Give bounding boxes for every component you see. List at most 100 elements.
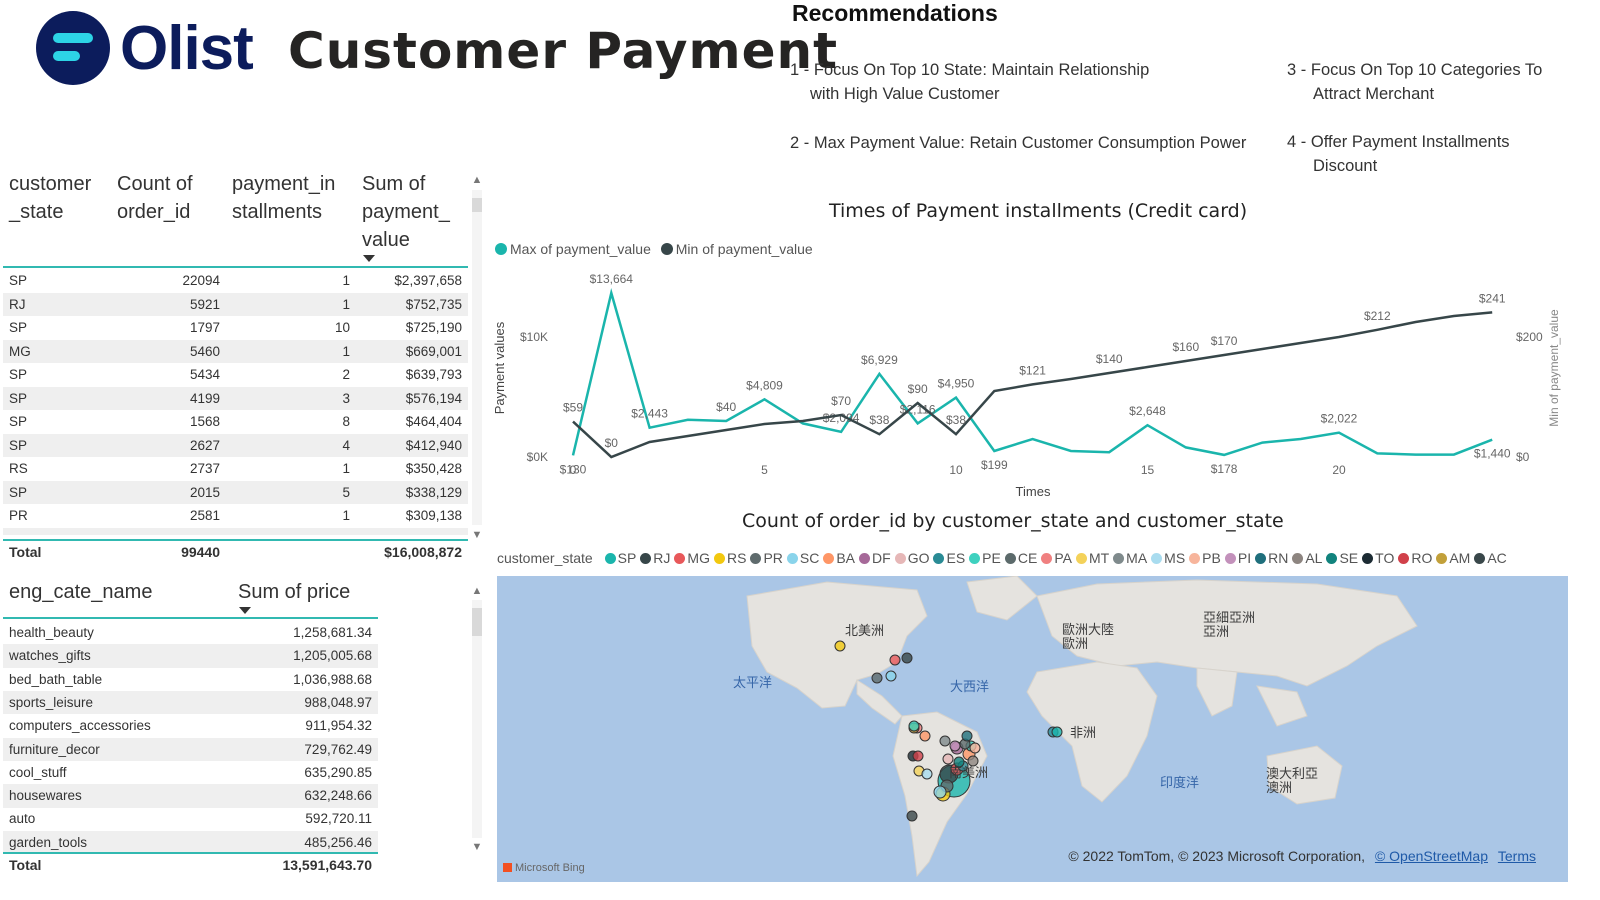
label-north-america: 北美洲 — [845, 624, 885, 639]
legend-item-min[interactable]: Min of payment_value — [660, 241, 813, 257]
table-row[interactable]: sports_leisure 988,048.97 — [3, 690, 378, 715]
map-bubble-pb[interactable] — [969, 742, 981, 754]
table-row[interactable]: RS 2737 1 $350,428 — [3, 457, 468, 481]
map-legend-item[interactable]: PI — [1224, 550, 1251, 566]
table-row[interactable]: watches_gifts 1,205,005.68 — [3, 644, 378, 668]
map-bubble-rn[interactable] — [961, 730, 973, 742]
label-atlantic: 大西洋 — [950, 680, 990, 695]
terms-link[interactable]: Terms — [1498, 848, 1536, 864]
map-bubble-ac[interactable] — [906, 810, 918, 822]
map-legend-item[interactable]: MG — [674, 550, 710, 566]
table-row[interactable]: housewares 632,248.66 — [3, 784, 378, 808]
map-legend-item[interactable]: CE — [1004, 550, 1037, 566]
table-row[interactable]: garden_tools 485,256.46 — [3, 830, 378, 855]
map-legend-item[interactable]: AC — [1474, 550, 1507, 566]
map-bubble-sc[interactable] — [933, 785, 947, 799]
col-header-installments[interactable]: payment_in stallments — [232, 170, 335, 226]
data-label: $2,648 — [1129, 404, 1166, 418]
map-legend-item[interactable]: PE — [969, 550, 1001, 566]
map-title: Count of order_id by customer_state and … — [742, 510, 1284, 532]
map-bubble-ro[interactable] — [912, 750, 924, 762]
sort-desc-icon[interactable] — [239, 607, 251, 614]
table-row[interactable]: SP 2015 5 $338,129 — [3, 480, 468, 504]
map-legend-item[interactable]: ES — [933, 550, 965, 566]
map-canvas[interactable] — [497, 576, 1568, 882]
map-legend-item[interactable]: PR — [750, 550, 783, 566]
col-header-customer-state[interactable]: customer _state — [9, 170, 91, 226]
map-legend-item[interactable]: SP — [604, 550, 636, 566]
col-header-sum-price[interactable]: Sum of price — [238, 578, 350, 606]
map-legend-item[interactable]: RN — [1255, 550, 1288, 566]
map-legend-item[interactable]: GO — [894, 550, 929, 566]
map-legend-item[interactable]: AM — [1436, 550, 1470, 566]
table-row[interactable]: SP 2627 4 $412,940 — [3, 433, 468, 457]
map-legend-item[interactable]: MA — [1113, 550, 1147, 566]
table-row[interactable]: RJ 5921 1 $752,735 — [3, 292, 468, 316]
map-legend-item[interactable]: MS — [1151, 550, 1185, 566]
col-header-category[interactable]: eng_cate_name — [9, 578, 152, 606]
map-legend-item[interactable]: RJ — [640, 550, 670, 566]
map-legend-item[interactable]: AL — [1292, 550, 1322, 566]
map-legend-item[interactable]: PA — [1041, 550, 1072, 566]
table-row[interactable]: SP 5434 2 $639,793 — [3, 363, 468, 387]
series-line-min[interactable] — [572, 311, 1493, 459]
map-legend-item[interactable]: MT — [1075, 550, 1109, 566]
map-legend-item[interactable]: DF — [859, 550, 891, 566]
table-row[interactable]: bed_bath_table 1,036,988.68 — [3, 668, 378, 692]
table-row[interactable]: furniture_decor 729,762.49 — [3, 737, 378, 761]
sort-desc-icon[interactable] — [363, 255, 375, 262]
recommendation-1: 1 - Focus On Top 10 State: Maintain Rela… — [790, 61, 1150, 103]
map-bubble-rs[interactable] — [834, 640, 846, 652]
map-bubble-sp[interactable] — [1051, 726, 1063, 738]
table-cell: $338,129 — [405, 484, 462, 500]
table-cell: MG — [9, 343, 31, 359]
col-header-count-order[interactable]: Count of order_id — [117, 170, 193, 226]
table-row[interactable]: RJ 738 10 $298,066 — [3, 527, 468, 535]
map-legend-item[interactable]: PB — [1189, 550, 1221, 566]
category-table-scroll-thumb[interactable] — [472, 608, 482, 636]
table-cell: watches_gifts — [9, 648, 91, 664]
map-legend-item[interactable]: RO — [1398, 550, 1432, 566]
table-row[interactable]: cool_stuff 635,290.85 — [3, 761, 378, 785]
osm-link[interactable]: © OpenStreetMap — [1375, 848, 1488, 864]
table-cell: $2,397,658 — [394, 273, 462, 288]
label-south-america: 南美洲 — [949, 766, 989, 781]
legend-item-max[interactable]: Max of payment_value — [495, 241, 651, 257]
table-cell: PR — [9, 508, 28, 523]
map-bubble-sc[interactable] — [885, 670, 897, 682]
scroll-up-icon[interactable]: ▲ — [471, 585, 483, 597]
table-row[interactable]: SP 1797 10 $725,190 — [3, 316, 468, 340]
map-bubble-ba[interactable] — [919, 730, 931, 742]
table-row[interactable]: health_beauty 1,258,681.34 — [3, 621, 378, 645]
state-table-scrollbar[interactable] — [472, 190, 482, 525]
table-row[interactable]: PR 2581 1 $309,138 — [3, 504, 468, 528]
table-row[interactable]: computers_accessories 911,954.32 — [3, 714, 378, 738]
col-header-sum-payment[interactable]: Sum of payment_ value — [362, 170, 450, 254]
map-legend-item[interactable]: SE — [1326, 550, 1358, 566]
world-map[interactable]: 北美洲 太平洋 大西洋 歐洲大陸 歐洲 亞細亞洲 亞洲 非洲 印度洋 澳大利亞 … — [497, 576, 1568, 882]
state-table-scroll-thumb[interactable] — [472, 198, 482, 212]
table-row[interactable]: SP 1568 8 $464,404 — [3, 410, 468, 434]
table-row[interactable]: MG 5460 1 $669,001 — [3, 339, 468, 363]
map-bubble-ma[interactable] — [939, 735, 951, 747]
table-cell: RS — [9, 461, 28, 476]
table-row[interactable]: auto 592,720.11 — [3, 807, 378, 831]
table-row[interactable]: SP 4199 3 $576,194 — [3, 386, 468, 410]
map-bubble-rj[interactable] — [901, 652, 913, 664]
map-bubble-pr[interactable] — [871, 672, 883, 684]
table-cell: bed_bath_table — [9, 671, 103, 687]
table-row[interactable]: SP 22094 1 $2,397,658 — [3, 269, 468, 293]
map-legend-item[interactable]: BA — [823, 550, 855, 566]
map-bubble-mg[interactable] — [889, 654, 901, 666]
map-legend-item[interactable]: TO — [1362, 550, 1394, 566]
scroll-down-icon[interactable]: ▼ — [471, 529, 483, 541]
scroll-up-icon[interactable]: ▲ — [471, 174, 483, 186]
table-cell: 1 — [342, 343, 350, 359]
scroll-down-icon[interactable]: ▼ — [471, 841, 483, 853]
map-bubble-pi[interactable] — [949, 740, 961, 752]
map-legend-item[interactable]: SC — [786, 550, 819, 566]
header-divider — [3, 266, 468, 268]
map-bubble-ms[interactable] — [921, 768, 933, 780]
map-bubble-pe[interactable] — [908, 720, 920, 732]
map-legend-item[interactable]: RS — [713, 550, 746, 566]
